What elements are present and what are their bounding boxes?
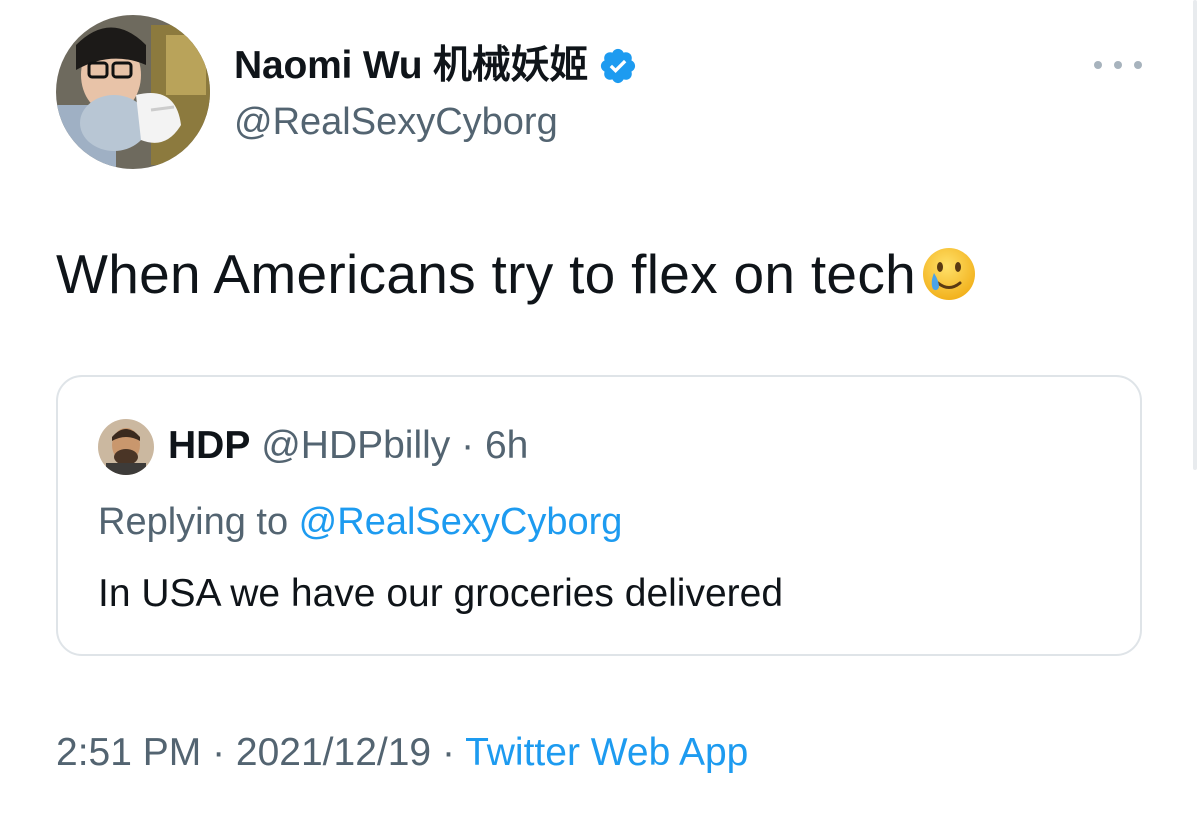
more-dot bbox=[1094, 61, 1102, 69]
verified-badge-icon bbox=[598, 46, 638, 86]
tweet-card: Naomi Wu 机械妖姬 @RealSexyCyborg When Ameri… bbox=[0, 0, 1200, 814]
replying-to-prefix: Replying to bbox=[98, 501, 299, 543]
more-options-icon[interactable] bbox=[1094, 52, 1142, 78]
tweet-date[interactable]: 2021/12/19 bbox=[236, 731, 431, 774]
tweet-source-link[interactable]: Twitter Web App bbox=[465, 731, 748, 774]
author-name[interactable]: Naomi Wu 机械妖姬 bbox=[234, 42, 638, 90]
tweet-meta: 2:51 PM · 2021/12/19 · Twitter Web App bbox=[56, 727, 748, 779]
smiling-face-with-tear-emoji-icon bbox=[920, 245, 978, 303]
meta-separator: · bbox=[431, 731, 466, 774]
quoted-tweet-text: In USA we have our groceries delivered bbox=[98, 572, 784, 615]
quoted-time[interactable]: 6h bbox=[485, 424, 528, 467]
tweet-text: When Americans try to flex on tech bbox=[56, 240, 978, 308]
quoted-author-handle[interactable]: @HDPbilly bbox=[261, 424, 450, 467]
author-name-text[interactable]: Naomi Wu 机械妖姬 bbox=[234, 42, 588, 90]
more-dot bbox=[1134, 61, 1142, 69]
author-handle[interactable]: @RealSexyCyborg bbox=[234, 98, 558, 146]
quoted-header: HDP @HDPbilly · 6h bbox=[168, 421, 528, 471]
quoted-author-name[interactable]: HDP bbox=[168, 424, 250, 467]
quoted-separator: · bbox=[450, 424, 485, 467]
quoted-tweet[interactable]: HDP @HDPbilly · 6h Replying to @RealSexy… bbox=[56, 375, 1142, 656]
author-avatar[interactable] bbox=[56, 15, 210, 169]
scrollbar[interactable] bbox=[1193, 0, 1197, 470]
more-dot bbox=[1114, 61, 1122, 69]
replying-to-mention[interactable]: @RealSexyCyborg bbox=[299, 501, 623, 543]
tweet-text-content: When Americans try to flex on tech bbox=[56, 243, 917, 305]
quoted-author-avatar[interactable] bbox=[98, 419, 154, 475]
replying-to: Replying to @RealSexyCyborg bbox=[98, 497, 622, 547]
meta-separator: · bbox=[201, 731, 236, 774]
tweet-time[interactable]: 2:51 PM bbox=[56, 731, 201, 774]
